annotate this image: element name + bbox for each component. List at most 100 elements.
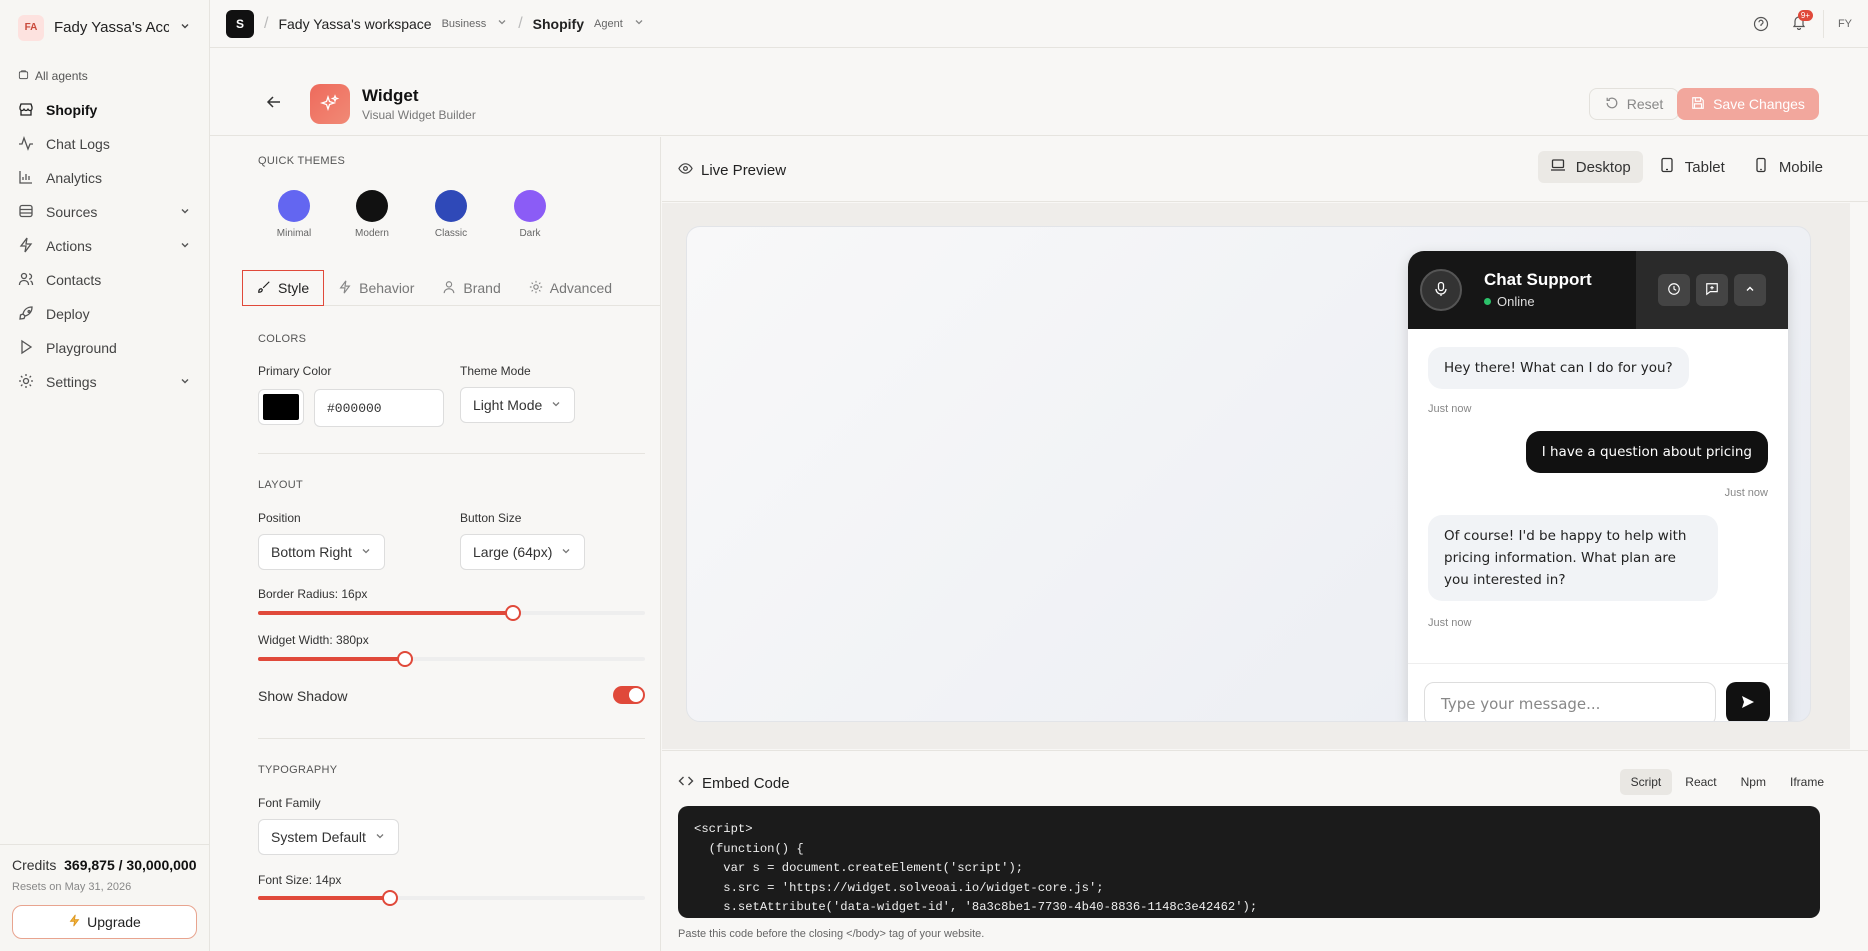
microphone-icon [1433, 281, 1449, 300]
sidebar-item-actions[interactable]: Actions [0, 229, 209, 263]
theme-option-minimal[interactable]: Minimal [264, 190, 324, 239]
sidebar-item-label: Actions [46, 238, 92, 254]
device-mobile-button[interactable]: Mobile [1741, 151, 1835, 183]
theme-option-dark[interactable]: Dark [500, 190, 560, 239]
divider [258, 738, 645, 739]
sidebar-item-label: Chat Logs [46, 136, 110, 152]
embed-tab-script[interactable]: Script [1619, 769, 1673, 795]
user-message: I have a question about pricing [1525, 431, 1768, 473]
tab-behavior[interactable]: Behavior [324, 270, 428, 306]
account-avatar: FA [18, 14, 44, 41]
embed-tab-iframe[interactable]: Iframe [1779, 769, 1835, 795]
sidebar-item-sources[interactable]: Sources [0, 195, 209, 229]
play-icon [18, 339, 34, 358]
tab-advanced[interactable]: Advanced [515, 270, 626, 306]
position-select[interactable]: Bottom Right [258, 534, 385, 570]
user-icon [442, 280, 456, 297]
chevron-down-icon[interactable] [496, 16, 508, 31]
send-button[interactable] [1726, 682, 1770, 721]
save-label: Save Changes [1713, 96, 1805, 112]
slider-handle[interactable] [397, 651, 414, 667]
sidebar-item-analytics[interactable]: Analytics [0, 161, 209, 195]
chevron-down-icon [179, 204, 191, 220]
theme-option-modern[interactable]: Modern [342, 190, 402, 239]
microphone-button[interactable] [1420, 269, 1462, 311]
sidebar-item-chat-logs[interactable]: Chat Logs [0, 127, 209, 161]
message-timestamp: Just now [1428, 617, 1472, 629]
clock-icon [1667, 282, 1681, 299]
embed-tab-npm[interactable]: Npm [1730, 769, 1777, 795]
sidebar-item-shopify[interactable]: Shopify [0, 93, 209, 127]
chevron-down-icon [560, 545, 572, 560]
zap-icon [18, 237, 34, 256]
preview-header: Live Preview Desktop Tablet Mobile [662, 137, 1868, 202]
breadcrumb-agent[interactable]: Shopify [533, 16, 584, 32]
theme-mode-select[interactable]: Light Mode [460, 387, 576, 423]
theme-label: Classic [434, 228, 468, 239]
workspace-logo[interactable]: S [226, 9, 254, 38]
sidebar-item-contacts[interactable]: Contacts [0, 263, 209, 297]
rotate-ccw-icon [1605, 96, 1619, 113]
breadcrumb-workspace[interactable]: Fady Yassa's workspace [278, 16, 431, 32]
preview-canvas: Chat Support Online Hey there! What can … [686, 226, 1811, 722]
tablet-icon [1659, 157, 1675, 177]
tab-brand[interactable]: Brand [428, 270, 514, 306]
bar-chart-icon [18, 169, 34, 188]
primary-color-input[interactable]: #000000 [314, 389, 444, 427]
embed-tabs: Script React Npm Iframe [1619, 769, 1835, 795]
bot-message: Of course! I'd be happy to help with pri… [1428, 515, 1718, 601]
credits-label: Credits [12, 857, 57, 873]
position-value: Bottom Right [271, 544, 352, 560]
slider-handle[interactable] [505, 605, 522, 621]
back-arrow-icon[interactable] [266, 94, 282, 115]
new-chat-button[interactable] [1696, 274, 1728, 306]
theme-label: Dark [519, 228, 541, 239]
tab-style[interactable]: Style [242, 270, 325, 306]
border-radius-slider[interactable] [258, 605, 645, 621]
collapse-button[interactable] [1734, 274, 1766, 306]
embed-code-block[interactable]: <script> (function() { var s = document.… [678, 806, 1820, 918]
theme-option-classic[interactable]: Classic [421, 190, 481, 239]
device-label: Mobile [1778, 158, 1823, 176]
gear-icon [529, 280, 543, 297]
device-desktop-button[interactable]: Desktop [1537, 151, 1643, 183]
help-icon[interactable] [1747, 10, 1775, 38]
theme-label: Minimal [276, 228, 312, 239]
embed-title: Embed Code [678, 773, 790, 793]
show-shadow-toggle[interactable] [613, 686, 645, 704]
history-button[interactable] [1658, 274, 1690, 306]
device-tablet-button[interactable]: Tablet [1647, 151, 1737, 183]
button-size-select[interactable]: Large (64px) [460, 534, 586, 570]
font-size-slider[interactable] [258, 890, 645, 906]
embed-tab-react[interactable]: React [1674, 769, 1727, 795]
primary-color-picker[interactable] [258, 389, 304, 425]
chevron-down-icon[interactable] [633, 16, 645, 31]
notification-bell[interactable]: 9+ [1785, 9, 1813, 38]
chat-header: Chat Support Online [1408, 251, 1788, 329]
chevron-down-icon [179, 238, 191, 254]
sidebar-item-settings[interactable]: Settings [0, 365, 209, 399]
chevron-up-icon [1744, 283, 1756, 298]
plan-badge: Business [441, 17, 487, 30]
rocket-icon [18, 305, 34, 324]
account-switcher[interactable]: FA Fady Yassa's Acco... [0, 0, 209, 55]
save-changes-button[interactable]: Save Changes [1677, 88, 1819, 120]
sidebar-item-label: Shopify [46, 102, 98, 118]
chat-message-input[interactable]: Type your message... [1424, 682, 1716, 721]
users-icon [18, 271, 34, 290]
sidebar-item-playground[interactable]: Playground [0, 331, 209, 365]
page-subtitle: Visual Widget Builder [362, 108, 476, 122]
widget-width-slider[interactable] [258, 651, 645, 667]
zap-icon [338, 280, 352, 297]
all-agents-link[interactable]: All agents [0, 55, 209, 93]
font-family-select[interactable]: System Default [258, 819, 399, 855]
device-switcher: Desktop Tablet Mobile [1537, 151, 1835, 183]
slider-handle[interactable] [381, 890, 398, 906]
user-avatar[interactable]: FY [1822, 9, 1852, 38]
upgrade-button[interactable]: Upgrade [12, 905, 197, 939]
breadcrumb-separator: / [264, 14, 269, 32]
chat-status: Online [1484, 294, 1535, 309]
sidebar-item-deploy[interactable]: Deploy [0, 297, 209, 331]
reset-button[interactable]: Reset [1589, 88, 1679, 120]
home-icon [18, 69, 29, 83]
